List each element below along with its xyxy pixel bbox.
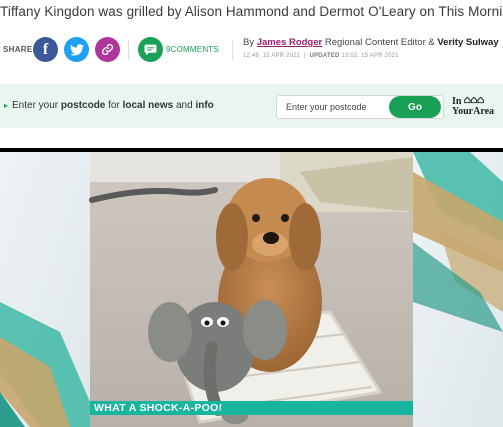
facebook-share-button[interactable]: f <box>33 37 58 62</box>
prompt-for: for <box>108 100 120 111</box>
prompt-and: and <box>175 100 193 111</box>
link-icon <box>101 43 114 56</box>
arrow-icon: ▸ <box>4 101 9 110</box>
caption-banner: WHAT A SHOCK-A-POO! <box>90 401 413 415</box>
video-player[interactable]: WHAT A SHOCK-A-POO! <box>0 148 503 427</box>
article-subtitle: Tiffany Kingdon was grilled by Alison Ha… <box>0 4 503 19</box>
puppy-photo <box>0 152 503 427</box>
twitter-icon <box>69 43 84 56</box>
published-time: 12:49, 15 APR 2021 <box>243 53 301 59</box>
inyourarea-logo[interactable]: In YourArea <box>452 96 502 117</box>
share-label: SHARE <box>3 45 33 54</box>
postcode-bar: ▸ Enter your postcode for local news and… <box>0 84 503 128</box>
comments-button[interactable] <box>138 37 163 62</box>
postcode-go-button[interactable]: Go <box>389 96 441 118</box>
home-icon <box>464 96 484 104</box>
copy-link-button[interactable] <box>95 37 120 62</box>
coauthor-link[interactable]: Verity Sulway <box>437 37 498 48</box>
divider <box>128 40 129 60</box>
twitter-share-button[interactable] <box>64 37 89 62</box>
article-dates: 12:49, 15 APR 2021 | UPDATED 13:02, 15 A… <box>243 53 399 59</box>
updated-label: UPDATED <box>309 53 340 59</box>
brand-line2: YourArea <box>452 106 495 117</box>
prompt-local-news: local news <box>122 100 174 111</box>
comments-link[interactable]: 9COMMENTS <box>166 45 219 54</box>
author-link[interactable]: James Rodger <box>257 37 322 48</box>
prompt-info: info <box>195 100 214 111</box>
caption-banner-text: WHAT A SHOCK-A-POO! <box>94 402 223 414</box>
updated-time: 13:02, 15 APR 2021 <box>341 53 399 59</box>
prompt-postcode: postcode <box>60 100 106 111</box>
prompt-prefix: Enter your <box>12 100 59 111</box>
byline: By James Rodger Regional Content Editor … <box>243 37 499 48</box>
divider <box>232 40 233 60</box>
comments-label: COMMENTS <box>170 45 219 54</box>
byline-by: By <box>243 37 255 48</box>
share-bar: SHARE f 9COMMENTS By James Rodger Region… <box>0 36 503 64</box>
comment-icon <box>144 44 157 55</box>
facebook-icon: f <box>42 40 49 58</box>
postcode-prompt: Enter your postcode for local news and i… <box>12 100 214 111</box>
author-role: Regional Content Editor & <box>324 37 435 48</box>
